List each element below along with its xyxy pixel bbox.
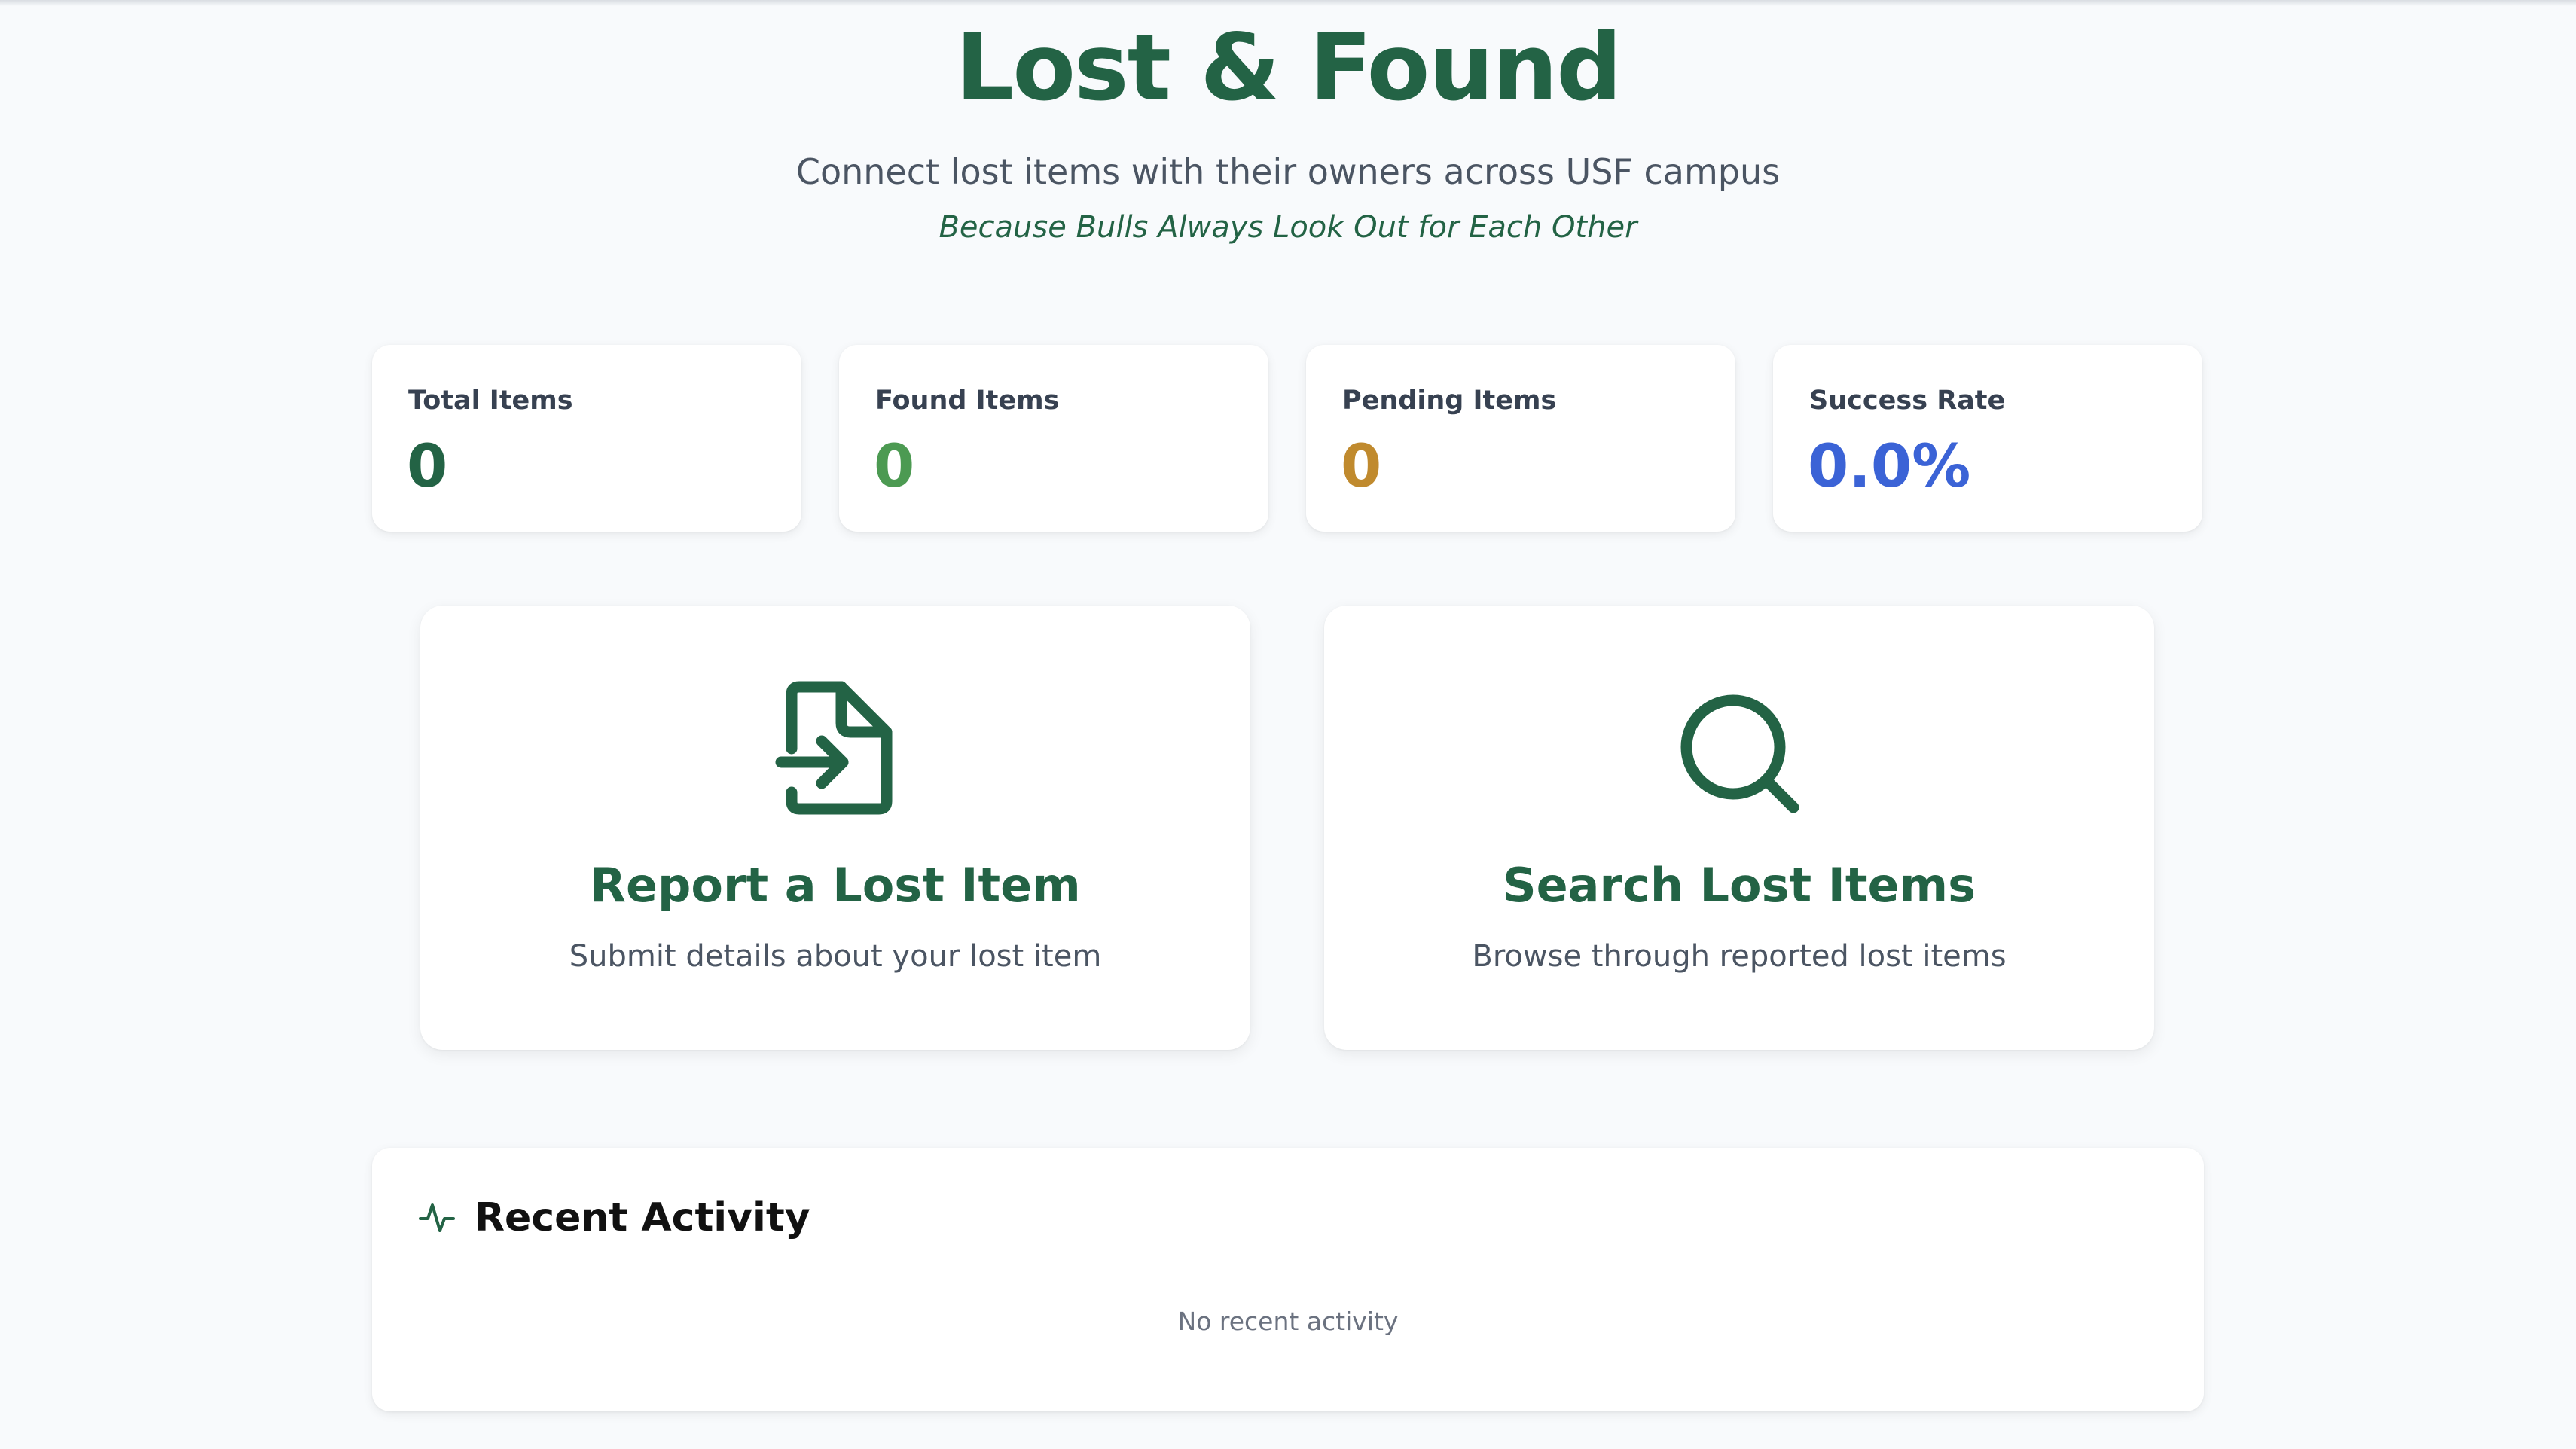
- stat-card-success-rate: Success Rate 0.0%: [1773, 345, 2202, 532]
- stat-card-pending-items: Pending Items 0: [1306, 345, 1735, 532]
- stat-value: 0: [874, 433, 915, 501]
- stat-value: 0: [407, 433, 448, 501]
- page-subtitle: Connect lost items with their owners acr…: [795, 151, 1781, 192]
- page-tagline: Because Bulls Always Look Out for Each O…: [939, 210, 1637, 245]
- stat-label: Pending Items: [1342, 386, 1557, 416]
- file-import-icon: [775, 681, 893, 815]
- search-lost-items-description: Browse through reported lost items: [1472, 939, 2007, 974]
- stat-value: 0.0%: [1808, 433, 1971, 501]
- activity-pulse-icon: [419, 1203, 455, 1232]
- report-lost-item-title: Report a Lost Item: [590, 858, 1081, 913]
- page-title: Lost & Found: [955, 14, 1622, 121]
- search-lost-items-title: Search Lost Items: [1502, 858, 1976, 913]
- stat-card-found-items: Found Items 0: [839, 345, 1268, 532]
- recent-activity-panel: Recent Activity No recent activity: [372, 1148, 2204, 1411]
- page: Lost & Found Connect lost items with the…: [0, 0, 2576, 1449]
- stat-card-total-items: Total Items 0: [372, 345, 801, 532]
- recent-activity-title: Recent Activity: [475, 1195, 810, 1240]
- search-icon: [1680, 694, 1799, 813]
- top-bar-shadow: [0, 0, 2576, 6]
- report-lost-item-description: Submit details about your lost item: [569, 939, 1102, 974]
- stat-label: Success Rate: [1809, 386, 2006, 416]
- recent-activity-empty-state: No recent activity: [1177, 1307, 1399, 1336]
- stat-label: Found Items: [875, 386, 1060, 416]
- stat-value: 0: [1341, 433, 1382, 501]
- stat-label: Total Items: [408, 386, 573, 416]
- report-lost-item-card[interactable]: Report a Lost Item Submit details about …: [420, 606, 1250, 1050]
- search-lost-items-card[interactable]: Search Lost Items Browse through reporte…: [1324, 606, 2154, 1050]
